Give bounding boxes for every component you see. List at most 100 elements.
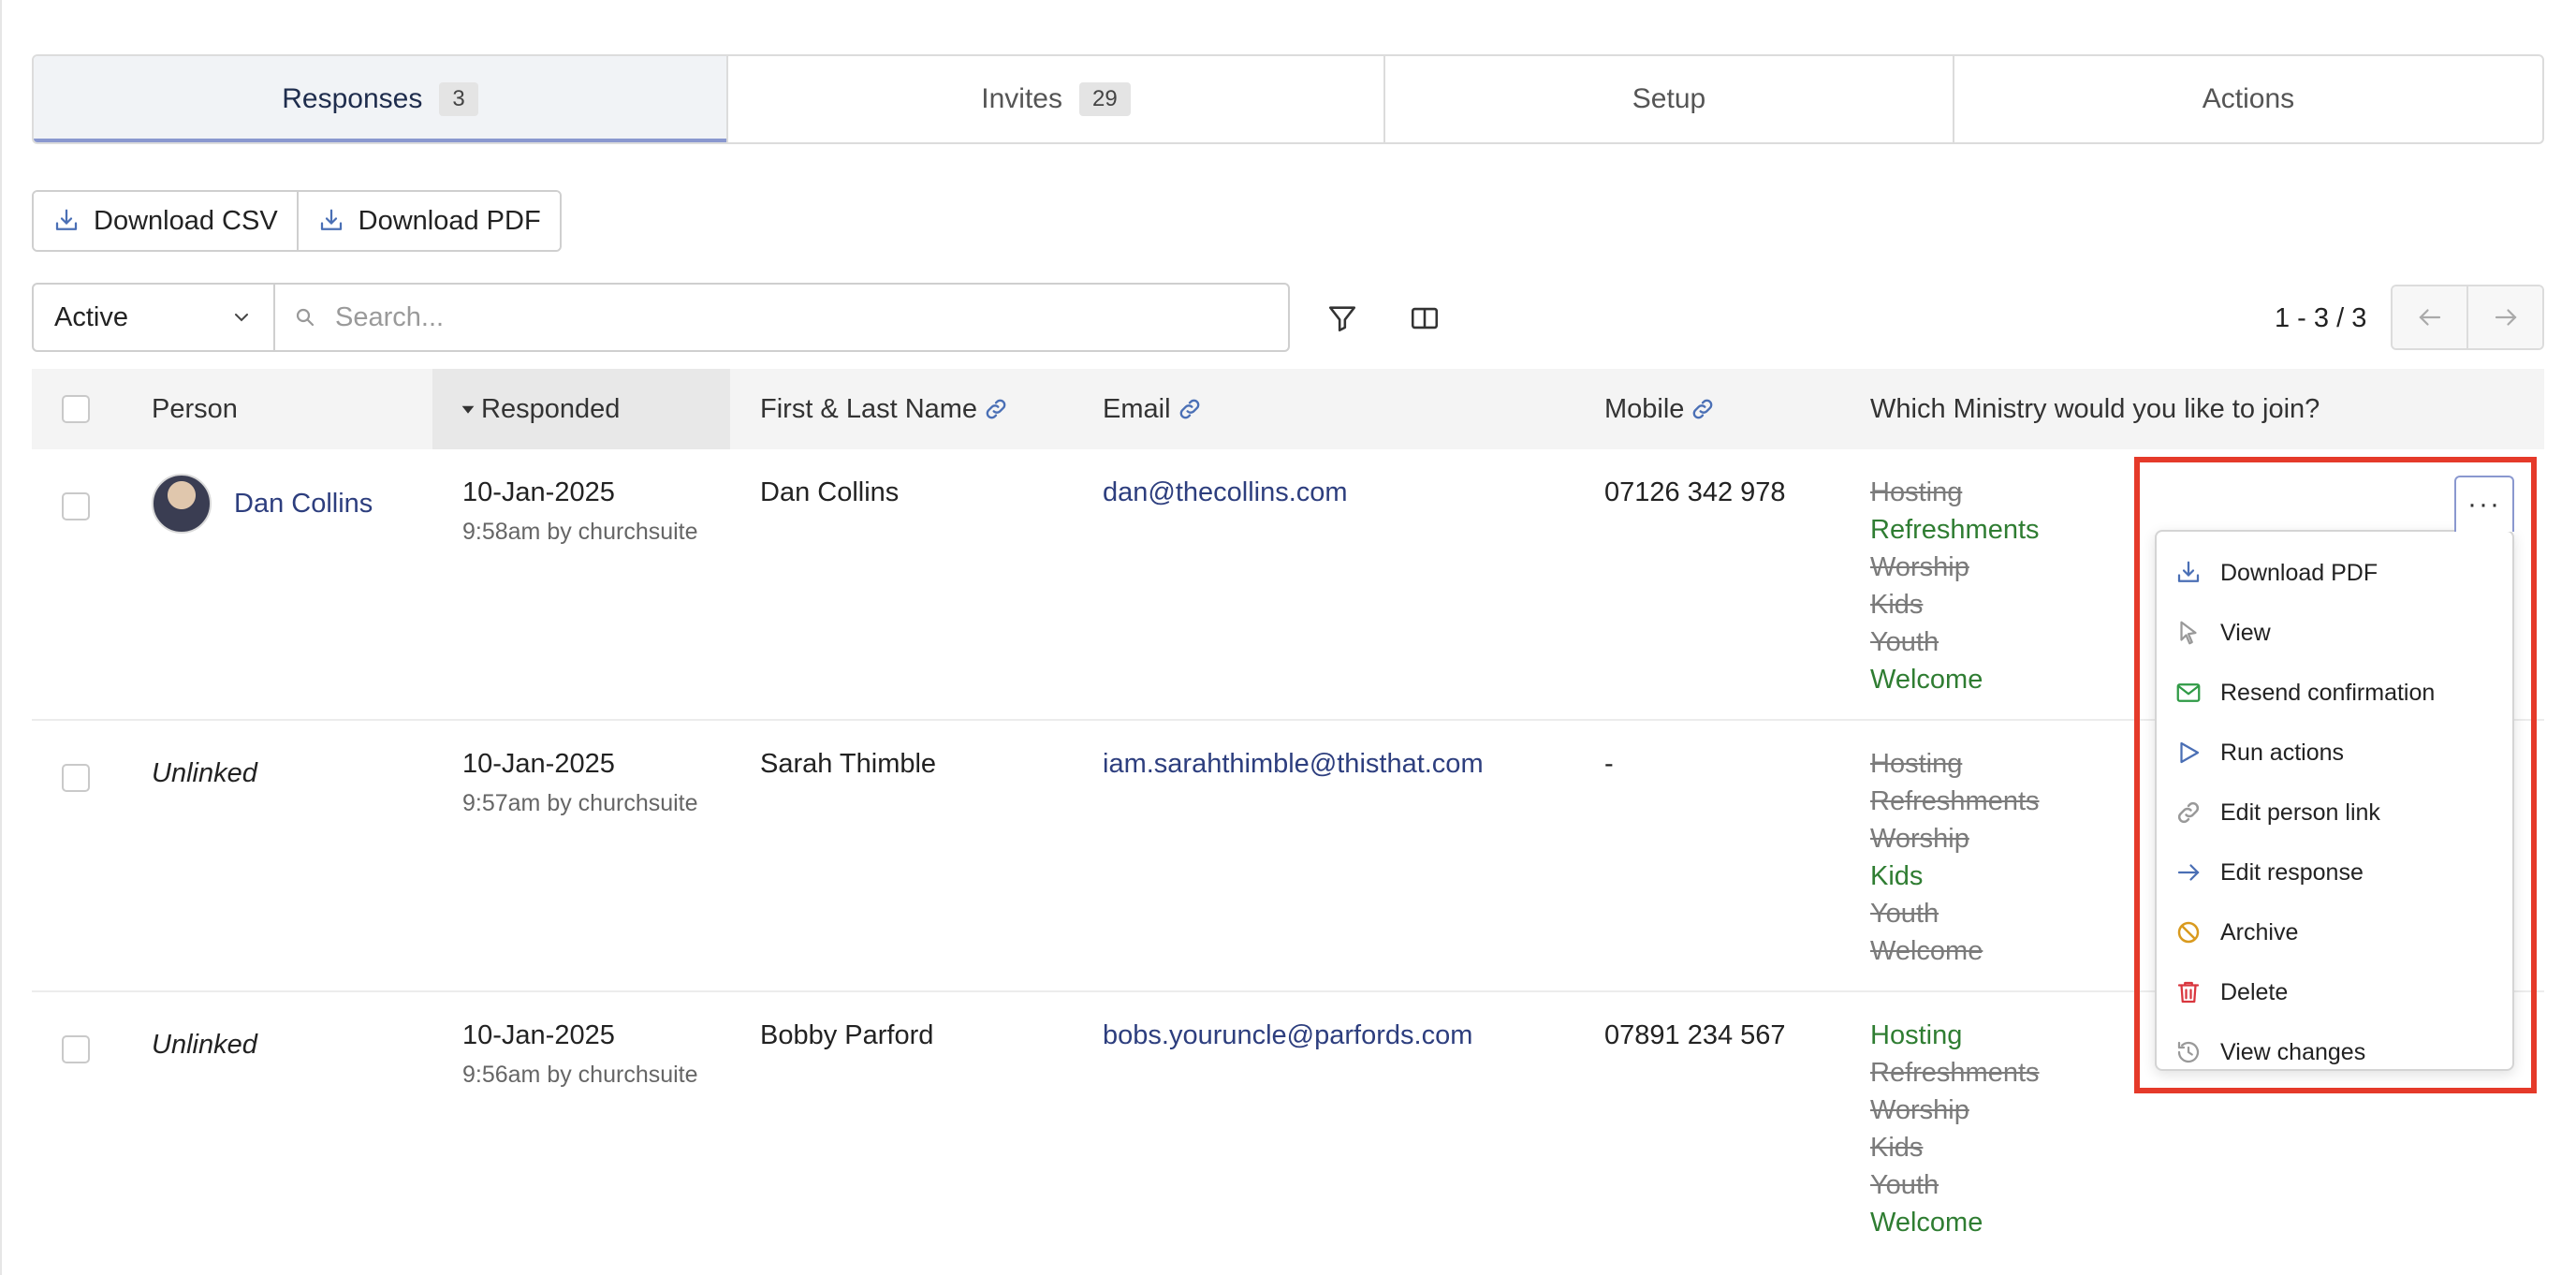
menu-item-resend-confirmation[interactable]: Resend confirmation (2157, 663, 2512, 723)
column-header-name[interactable]: First & Last Name (760, 369, 1009, 449)
tab-actions[interactable]: Actions (1954, 56, 2542, 142)
column-header-ministry[interactable]: Which Ministry would you like to join? (1870, 369, 2320, 449)
menu-item-view-changes[interactable]: View changes (2157, 1022, 2512, 1082)
count-badge: 29 (1079, 82, 1131, 116)
mobile-number: 07891 234 567 (1604, 1020, 1786, 1050)
row-checkbox[interactable] (62, 492, 90, 520)
column-header-mobile[interactable]: Mobile (1604, 369, 1716, 449)
mobile-number: 07126 342 978 (1604, 477, 1786, 507)
download-button-group: Download CSV Download PDF (32, 190, 562, 252)
menu-item-label: View changes (2220, 1038, 2366, 1065)
email-link[interactable]: iam.sarahthimble@thisthat.com (1103, 749, 1484, 780)
tab-label: Actions (2202, 83, 2295, 114)
download-icon (2174, 559, 2203, 587)
download-pdf-label: Download PDF (358, 205, 541, 236)
ministry-list: Hosting Refreshments Worship Kids Youth … (1870, 1017, 2040, 1241)
history-icon (2174, 1038, 2203, 1066)
ministry-option: Hosting (1870, 477, 1963, 507)
column-label: Email (1103, 393, 1171, 424)
column-header-person[interactable]: Person (152, 369, 238, 449)
tab-responses[interactable]: Responses 3 (34, 56, 728, 142)
filter-button[interactable] (1316, 292, 1368, 344)
envelope-icon (2174, 679, 2203, 707)
ministry-option: Worship (1870, 552, 1969, 582)
pointer-icon (2174, 619, 2203, 647)
trash-icon (2174, 978, 2203, 1006)
download-pdf-button[interactable]: Download PDF (296, 192, 560, 250)
responded-date: 10-Jan-2025 (462, 477, 615, 507)
tab-label: Responses (282, 83, 423, 114)
row-actions-button[interactable]: ··· (2454, 476, 2514, 532)
person-link[interactable]: Dan Collins (234, 489, 373, 520)
person-unlinked: Unlinked (152, 1030, 257, 1060)
archive-ban-icon (2174, 918, 2203, 946)
previous-page-button[interactable] (2393, 286, 2466, 348)
search-input[interactable] (333, 300, 1269, 334)
next-page-button[interactable] (2466, 286, 2542, 348)
ministry-option: Kids (1870, 590, 1924, 620)
ministry-option: Hosting (1870, 749, 1963, 779)
ministry-option: Kids (1870, 861, 1924, 891)
menu-item-archive[interactable]: Archive (2157, 902, 2512, 962)
search-box (273, 283, 1290, 352)
tab-setup[interactable]: Setup (1385, 56, 1954, 142)
pagination-summary: 1 - 3 / 3 (2275, 303, 2367, 333)
arrow-left-icon (2416, 303, 2444, 331)
ministry-option: Youth (1870, 899, 1939, 929)
columns-icon (1409, 302, 1441, 334)
link-icon (2174, 799, 2203, 827)
full-name: Dan Collins (760, 477, 900, 507)
tab-invites[interactable]: Invites 29 (728, 56, 1385, 142)
ministry-option: Refreshments (1870, 515, 2040, 545)
pager (2391, 285, 2544, 350)
menu-item-view[interactable]: View (2157, 603, 2512, 663)
mobile-number: - (1604, 749, 1614, 779)
column-label: Person (152, 393, 238, 424)
responded-time: 9:57am by churchsuite (462, 790, 698, 816)
full-name: Bobby Parford (760, 1020, 934, 1050)
menu-item-label: Edit person link (2220, 799, 2380, 826)
table-header: Person Responded First & Last Name Email… (32, 369, 2544, 449)
responded-time: 9:58am by churchsuite (462, 519, 698, 545)
ministry-option: Refreshments (1870, 1058, 2040, 1088)
column-header-email[interactable]: Email (1103, 369, 1203, 449)
select-all-checkbox[interactable] (62, 395, 90, 423)
menu-item-label: View (2220, 619, 2271, 646)
avatar (152, 474, 212, 534)
full-name: Sarah Thimble (760, 749, 937, 779)
email-link[interactable]: dan@thecollins.com (1103, 477, 1348, 508)
ministry-option: Youth (1870, 627, 1939, 657)
ministry-option: Worship (1870, 1095, 1969, 1125)
ministry-option: Refreshments (1870, 786, 2040, 816)
menu-item-label: Download PDF (2220, 559, 2378, 586)
download-csv-label: Download CSV (94, 205, 278, 236)
menu-item-edit-person-link[interactable]: Edit person link (2157, 783, 2512, 843)
row-checkbox[interactable] (62, 1035, 90, 1063)
ministry-list: Hosting Refreshments Worship Kids Youth … (1870, 745, 2040, 970)
responded-date: 10-Jan-2025 (462, 749, 615, 779)
ministry-option: Welcome (1870, 936, 1983, 966)
chevron-down-icon (230, 306, 253, 329)
menu-item-label: Edit response (2220, 858, 2364, 886)
download-csv-button[interactable]: Download CSV (34, 192, 297, 250)
menu-item-label: Archive (2220, 918, 2299, 945)
menu-item-edit-response[interactable]: Edit response (2157, 843, 2512, 902)
download-icon (317, 207, 345, 235)
row-checkbox[interactable] (62, 764, 90, 792)
column-label: Responded (481, 393, 621, 424)
columns-button[interactable] (1398, 292, 1451, 344)
menu-item-run-actions[interactable]: Run actions (2157, 723, 2512, 783)
menu-item-delete[interactable]: Delete (2157, 962, 2512, 1022)
person-unlinked: Unlinked (152, 758, 257, 788)
filter-icon (1326, 302, 1358, 334)
ministry-option: Worship (1870, 824, 1969, 854)
column-label: Which Ministry would you like to join? (1870, 393, 2320, 424)
menu-item-label: Run actions (2220, 739, 2345, 766)
link-icon (1177, 396, 1203, 422)
column-header-responded[interactable]: Responded (432, 369, 730, 449)
tab-label: Setup (1632, 83, 1706, 114)
menu-item-download-pdf[interactable]: Download PDF (2157, 543, 2512, 603)
status-select[interactable]: Active (32, 283, 275, 352)
email-link[interactable]: bobs.youruncle@parfords.com (1103, 1020, 1472, 1051)
responded-time: 9:56am by churchsuite (462, 1062, 698, 1088)
